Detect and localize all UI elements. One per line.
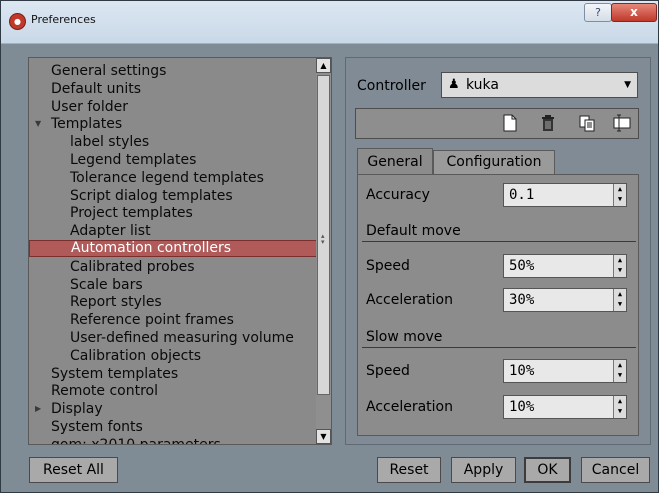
tree-item[interactable]: Automation controllers (29, 240, 329, 257)
slow-acceleration-input[interactable]: 10% ▲ ▼ (503, 395, 627, 419)
accuracy-input[interactable]: 0.1 ▲ ▼ (503, 183, 627, 207)
tree-item-label: General settings (51, 63, 167, 79)
default-acceleration-input[interactable]: 30% ▲ ▼ (503, 288, 627, 312)
slow-acceleration-value: 10% (509, 399, 535, 415)
window-title: Preferences (31, 13, 96, 26)
copy-icon[interactable] (577, 114, 597, 134)
help-button[interactable]: ? (584, 3, 612, 22)
tree-item[interactable]: Reference point frames (29, 311, 331, 329)
tree-item-label: Reference point frames (70, 312, 234, 329)
tab-general[interactable]: General (357, 148, 433, 175)
tree-item[interactable]: Calibration objects (29, 347, 331, 365)
slow-speed-input[interactable]: 10% ▲ ▼ (503, 359, 627, 383)
default-speed-value: 50% (509, 258, 535, 274)
scroll-grip-icon: ▴ ▾ (321, 232, 325, 246)
slow-acceleration-label: Acceleration (366, 399, 453, 415)
tree-item-label: Automation controllers (71, 240, 232, 256)
tree-item-label: gom: x2010 parameters (51, 436, 221, 445)
tree-item[interactable]: User-defined measuring volume (29, 329, 331, 347)
tree-item-label: Project templates (70, 205, 193, 222)
default-speed-input[interactable]: 50% ▲ ▼ (503, 254, 627, 278)
spin-arrows-icon[interactable]: ▲ ▼ (613, 184, 626, 206)
tree-item[interactable]: ▼ Templates (29, 115, 331, 133)
accuracy-label: Accuracy (366, 187, 430, 203)
tree-item-label: Templates (51, 116, 123, 133)
reset-button[interactable]: Reset (377, 457, 441, 483)
slow-speed-value: 10% (509, 363, 535, 379)
tree-item[interactable]: Calibrated probes (29, 258, 331, 276)
controller-select[interactable]: ♟ kuka ▼ (441, 72, 638, 98)
tree-item[interactable]: ▶ Display (29, 400, 331, 418)
reset-all-button[interactable]: Reset All (29, 457, 118, 483)
tree-item-label: Tolerance legend templates (70, 169, 264, 186)
divider (362, 241, 636, 242)
slow-move-title: Slow move (366, 329, 443, 345)
spin-arrows-icon[interactable]: ▲ ▼ (613, 255, 626, 277)
tree-item[interactable]: General settings (29, 62, 331, 80)
divider (362, 347, 636, 348)
tree-item-label: Calibration objects (70, 347, 202, 364)
default-move-title: Default move (366, 223, 461, 239)
tree-item-label: Scale bars (70, 276, 143, 293)
tree-item-label: Display (51, 401, 103, 418)
scroll-thumb[interactable]: ▴ ▾ (317, 75, 330, 395)
default-speed-label: Speed (366, 258, 410, 274)
tree-item[interactable]: User folder (29, 98, 331, 116)
tree-item-label: Report styles (70, 294, 162, 311)
accuracy-value: 0.1 (509, 187, 535, 203)
tree-item[interactable]: System fonts (29, 418, 331, 436)
close-button[interactable]: x (611, 3, 657, 22)
preferences-tree[interactable]: General settings Default units User folder… (28, 57, 332, 445)
chevron-down-icon: ▼ (624, 80, 631, 90)
tree-item[interactable]: Report styles (29, 293, 331, 311)
rename-icon[interactable] (612, 114, 632, 134)
trash-icon[interactable] (538, 114, 558, 134)
title-bar[interactable]: ● Preferences ? x (1, 1, 658, 44)
tree-item[interactable]: Tolerance legend templates (29, 169, 331, 187)
controller-toolbar (355, 108, 639, 139)
controller-label: Controller (357, 78, 426, 94)
tree-item-label: System templates (51, 365, 179, 382)
tree-item[interactable]: Remote control (29, 382, 331, 400)
tree-item-label: label styles (70, 134, 150, 151)
tree-item-label: Remote control (51, 383, 158, 400)
scroll-down-button[interactable]: ▼ (316, 429, 331, 444)
tree-item[interactable]: Adapter list (29, 222, 331, 240)
default-acceleration-label: Acceleration (366, 292, 453, 308)
tree-item-label: Adapter list (70, 223, 151, 240)
expand-arrow-icon[interactable]: ▼ (35, 115, 41, 133)
tree-item[interactable]: label styles (29, 133, 331, 151)
controller-value: kuka (466, 77, 499, 93)
tab-configuration[interactable]: Configuration (433, 150, 555, 175)
tree-item[interactable]: Default units (29, 80, 331, 98)
spin-arrows-icon[interactable]: ▲ ▼ (613, 360, 626, 382)
tree-item-label: User folder (51, 98, 128, 115)
ok-button[interactable]: OK (524, 457, 571, 483)
tree-item[interactable]: System templates (29, 365, 331, 383)
tree-item-label: System fonts (51, 419, 143, 435)
new-document-icon[interactable] (500, 114, 520, 134)
tree-item[interactable]: Project templates (29, 204, 331, 222)
default-acceleration-value: 30% (509, 292, 535, 308)
preferences-window: ● Preferences ? x General settings Defaul… (0, 0, 659, 493)
spin-arrows-icon[interactable]: ▲ ▼ (613, 289, 626, 311)
cancel-button[interactable]: Cancel (581, 457, 650, 483)
tree-scrollbar[interactable]: ▲ ▴ ▾ ▼ (316, 58, 331, 444)
tree-item[interactable]: gom: x2010 parameters (29, 436, 331, 445)
apply-button[interactable]: Apply (451, 457, 516, 483)
tree-item[interactable]: Scale bars (29, 276, 331, 294)
slow-speed-label: Speed (366, 363, 410, 379)
tree-item[interactable]: Legend templates (29, 151, 331, 169)
tree-item-label: Default units (51, 80, 142, 97)
tree-item-label: Calibrated probes (70, 258, 195, 275)
tree-item[interactable]: Script dialog templates (29, 187, 331, 205)
scroll-up-button[interactable]: ▲ (316, 58, 331, 73)
tree-item-label: Legend templates (70, 152, 197, 168)
tree-item-label: Script dialog templates (70, 187, 233, 204)
controller-person-icon: ♟ (448, 77, 460, 92)
app-icon: ● (9, 13, 26, 30)
collapse-arrow-icon[interactable]: ▶ (35, 400, 41, 418)
spin-arrows-icon[interactable]: ▲ ▼ (613, 396, 626, 418)
tree-item-label: User-defined measuring volume (70, 330, 294, 346)
